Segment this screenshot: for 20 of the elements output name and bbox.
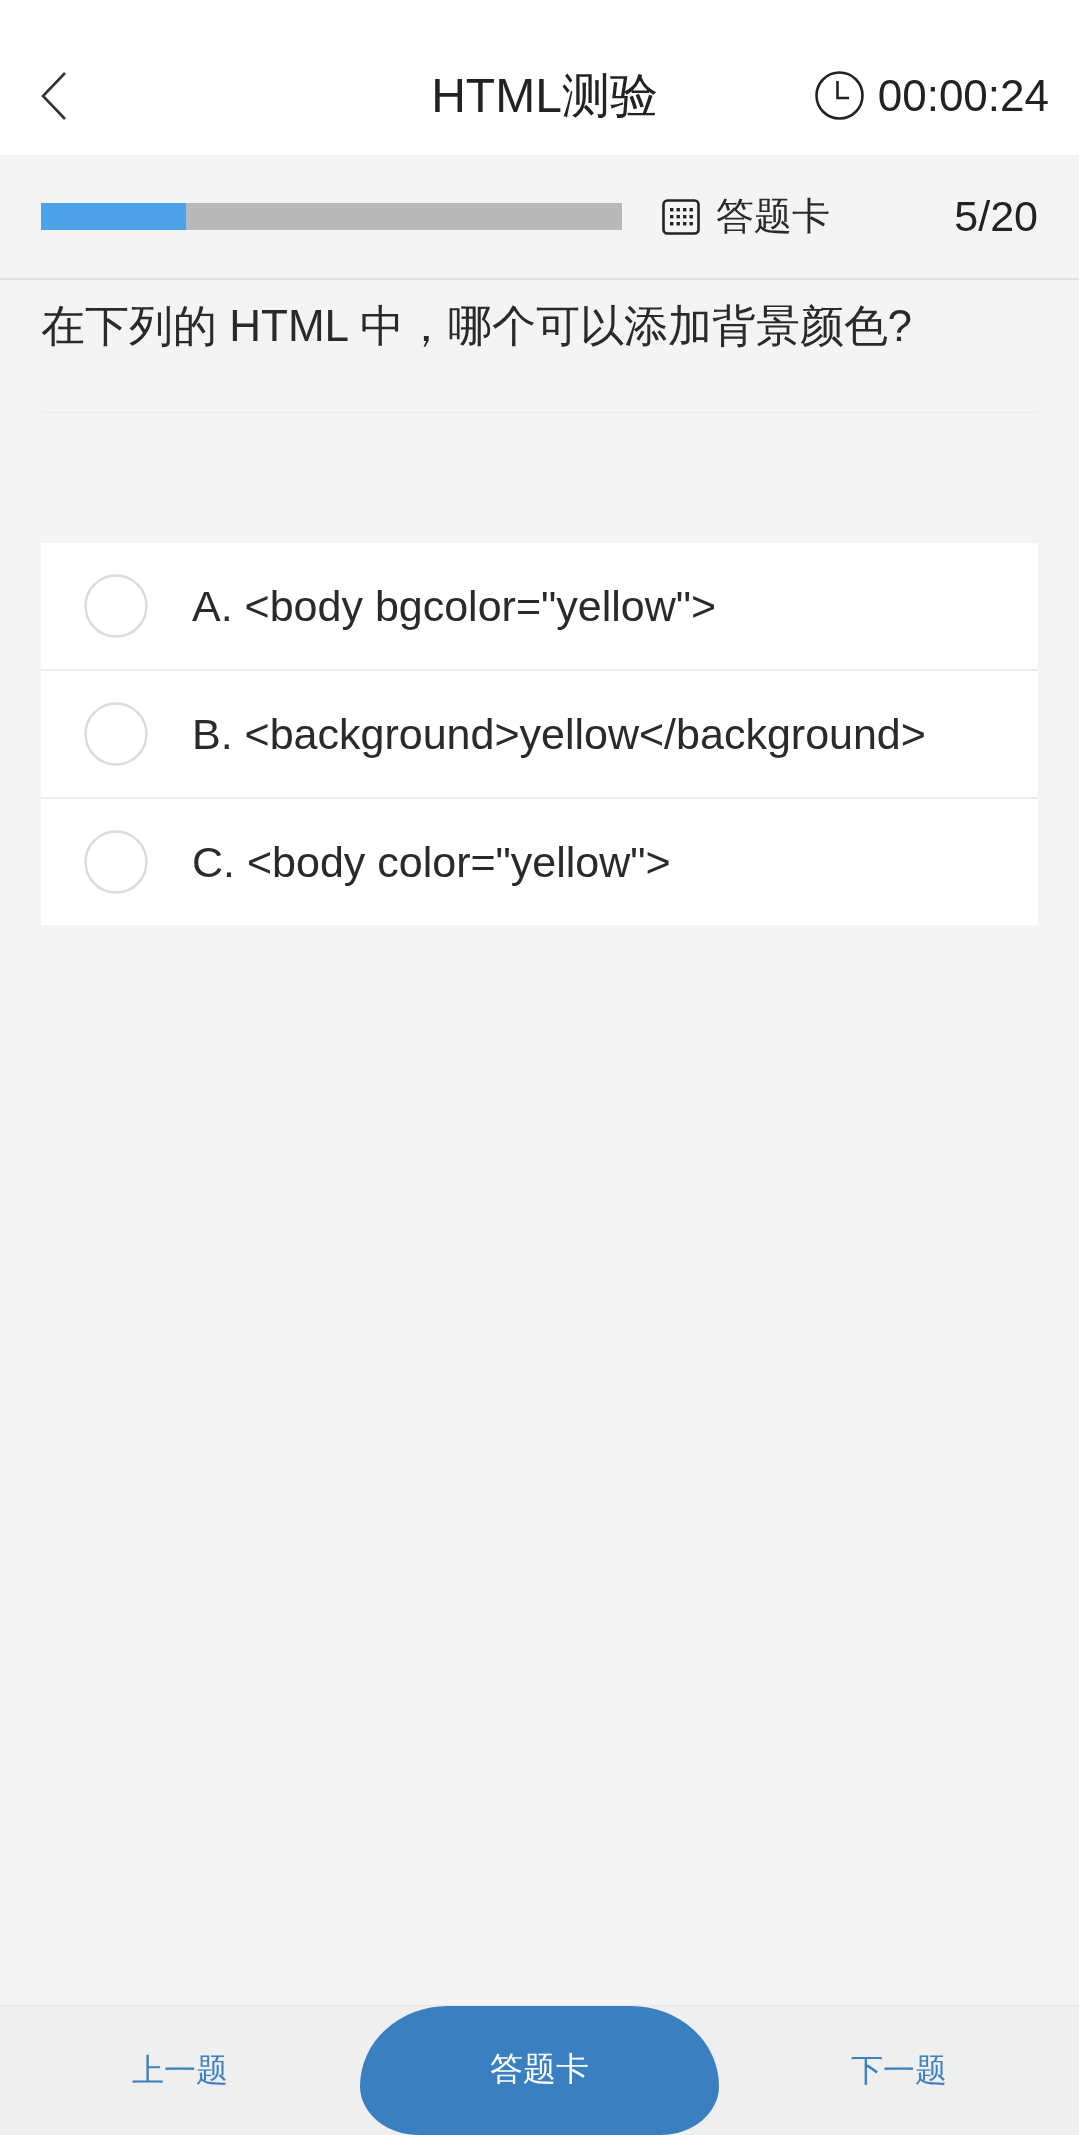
back-icon[interactable] — [40, 70, 68, 121]
answer-card-button[interactable]: 答题卡 — [360, 2006, 719, 2135]
clock-icon — [814, 71, 864, 120]
answer-card-link[interactable]: 答题卡 — [662, 191, 830, 242]
option-text: B. <background>yellow</background> — [192, 709, 926, 759]
timer: 00:00:24 — [877, 70, 1049, 121]
radio-button[interactable] — [84, 702, 148, 766]
answer-option[interactable]: B. <background>yellow</background> — [41, 669, 1038, 797]
page-title: HTML测验 — [431, 67, 658, 124]
grid-icon — [662, 198, 700, 235]
radio-button[interactable] — [84, 830, 148, 894]
radio-button[interactable] — [84, 574, 148, 638]
question-counter: 5/20 — [954, 192, 1038, 241]
answer-option[interactable]: A. <body bgcolor="yellow"> — [41, 543, 1038, 669]
previous-button[interactable]: 上一题 — [132, 2048, 228, 2093]
question-text: 在下列的 HTML 中，哪个可以添加背景颜色? — [41, 300, 914, 352]
answer-option[interactable]: C. <body color="yellow"> — [41, 797, 1038, 925]
option-text: A. <body bgcolor="yellow"> — [192, 581, 717, 631]
option-text: C. <body color="yellow"> — [192, 837, 671, 887]
next-button[interactable]: 下一题 — [851, 2048, 947, 2093]
